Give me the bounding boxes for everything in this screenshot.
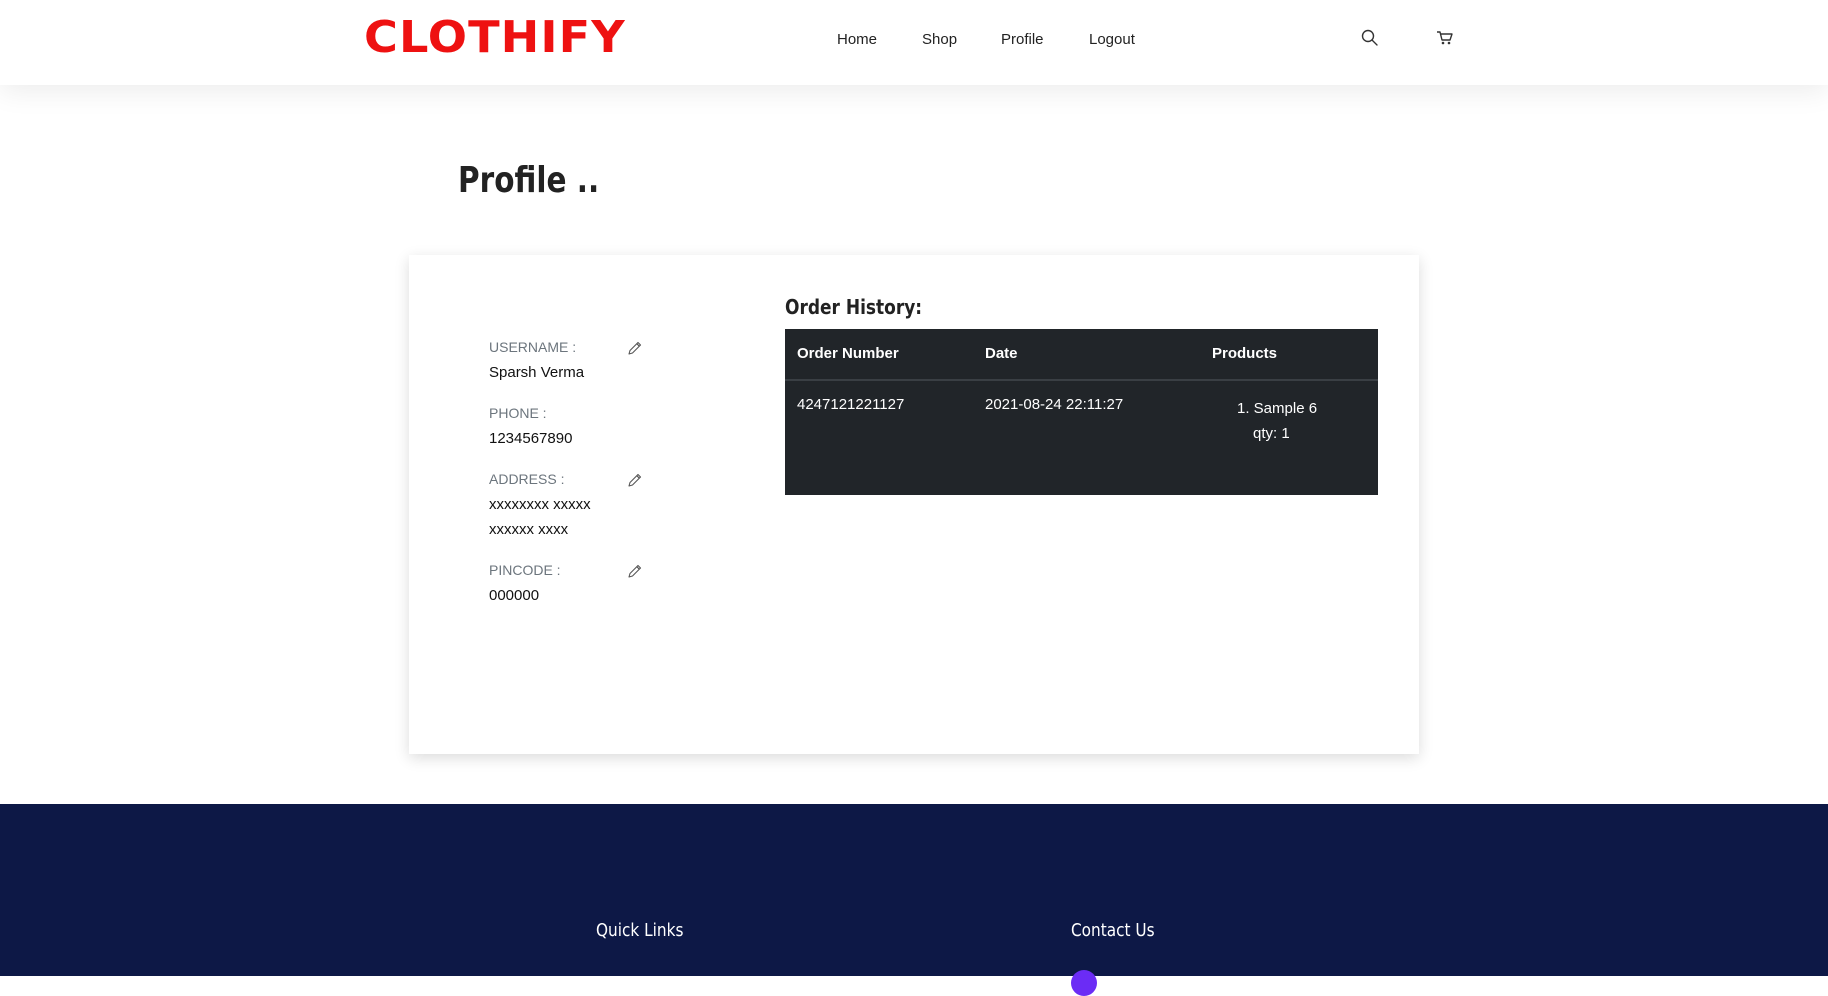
edit-address-pencil-icon[interactable]: [627, 472, 643, 488]
edit-username-pencil-icon[interactable]: [627, 340, 643, 356]
order-history-heading: Order History:: [785, 295, 923, 319]
phone-value: 1234567890: [489, 430, 573, 447]
product-qty: qty: 1: [1253, 425, 1290, 442]
product-item: 1. Sample 6: [1237, 400, 1318, 417]
column-header-date: Date: [985, 345, 1018, 362]
nav-shop[interactable]: Shop: [922, 31, 957, 48]
profile-card: USERNAME : Sparsh Verma PHONE : 12345678…: [409, 255, 1419, 754]
column-header-products: Products: [1212, 345, 1278, 362]
username-label: USERNAME :: [489, 339, 577, 355]
brand-logo[interactable]: CLOTHIFY: [364, 12, 626, 63]
cart-icon[interactable]: [1435, 28, 1457, 50]
nav-profile[interactable]: Profile: [1001, 31, 1044, 48]
site-header: CLOTHIFY Home Shop Profile Logout: [0, 0, 1828, 85]
order-history-table: Order Number Date Products 4247121221127…: [785, 329, 1378, 495]
phone-label: PHONE :: [489, 405, 547, 421]
address-line-1: xxxxxxxx xxxxx: [489, 496, 591, 513]
edit-pincode-pencil-icon[interactable]: [627, 563, 643, 579]
order-number-cell: 4247121221127: [797, 396, 905, 413]
contact-us-heading: Contact Us: [1071, 920, 1155, 941]
order-date-cell: 2021-08-24 22:11:27: [985, 396, 1124, 413]
page-title: Profile ..: [458, 160, 600, 201]
table-header-divider: [785, 379, 1378, 381]
address-value: xxxxxxxx xxxxx xxxxxx xxxx: [489, 492, 619, 542]
order-products-cell: 1. Sample 6 qty: 1: [1237, 396, 1317, 446]
pincode-label: PINCODE :: [489, 562, 561, 578]
quick-links-heading: Quick Links: [596, 920, 684, 941]
address-label: ADDRESS :: [489, 471, 565, 487]
username-value: Sparsh Verma: [489, 364, 585, 381]
pincode-value: 000000: [489, 587, 540, 604]
nav-logout[interactable]: Logout: [1089, 31, 1135, 48]
address-line-2: xxxxxx xxxx: [489, 521, 569, 538]
search-icon[interactable]: [1360, 28, 1382, 50]
contact-circle-icon: [1071, 970, 1097, 996]
site-footer: Quick Links Contact Us: [0, 804, 1828, 996]
column-header-order-number: Order Number: [797, 345, 899, 362]
nav-home[interactable]: Home: [837, 31, 877, 48]
